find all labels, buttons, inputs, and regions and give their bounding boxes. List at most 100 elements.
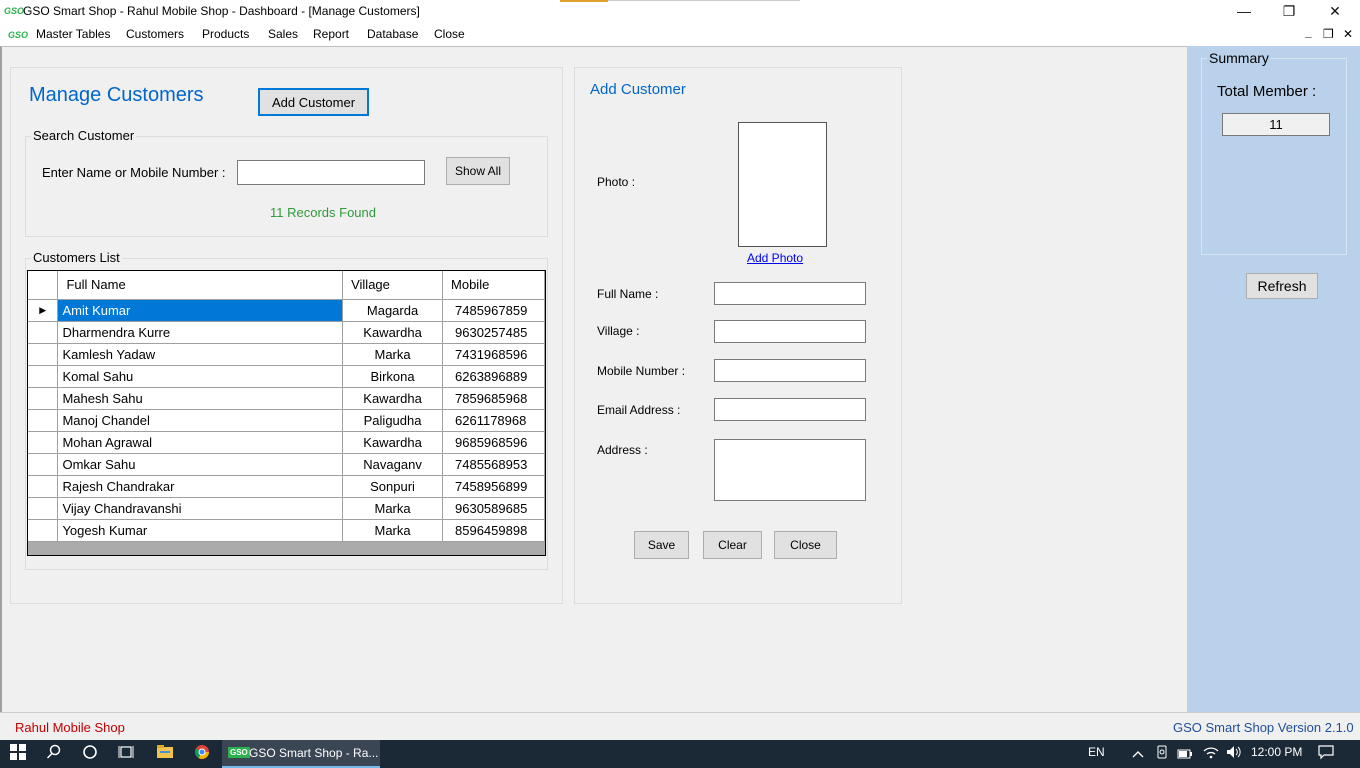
search-icon[interactable] [44,744,64,764]
mdi-restore-button[interactable]: ❐ [1323,27,1334,41]
maximize-button[interactable]: ❐ [1266,0,1312,22]
cell-mobile[interactable]: 7859685968 [442,387,545,410]
cell-mobile[interactable]: 6263896889 [442,365,545,388]
add-photo-link[interactable]: Add Photo [747,251,803,265]
row-header[interactable] [28,343,59,366]
cell-mobile[interactable]: 7485568953 [442,453,545,476]
table-row[interactable]: Vijay Chandravanshi Marka 9630589685 [28,497,545,520]
task-view-icon[interactable] [116,744,136,764]
row-header[interactable] [28,453,59,476]
row-header[interactable] [28,519,59,542]
row-header[interactable] [28,409,59,432]
cell-full-name[interactable]: Kamlesh Yadaw [57,343,344,366]
file-explorer-icon[interactable] [155,744,175,764]
customer-photo-box[interactable] [738,122,827,247]
device-icon[interactable] [1152,744,1172,764]
chevron-up-icon[interactable] [1128,744,1148,764]
cell-full-name[interactable]: Amit Kumar [57,299,344,322]
start-windows-icon[interactable] [8,744,28,764]
column-header-full-name[interactable]: Full Name [57,271,344,300]
table-row[interactable]: Yogesh Kumar Marka 8596459898 [28,519,545,542]
row-header[interactable] [28,475,59,498]
refresh-button[interactable]: Refresh [1246,273,1318,299]
table-row[interactable]: Mohan Agrawal Kawardha 9685968596 [28,431,545,454]
column-header-village[interactable]: Village [342,271,444,300]
menu-customers[interactable]: Customers [126,27,184,41]
cell-mobile[interactable]: 8596459898 [442,519,545,542]
cell-full-name[interactable]: Dharmendra Kurre [57,321,344,344]
cell-village[interactable]: Magarda [342,299,444,322]
mdi-close-button[interactable]: ✕ [1343,27,1353,41]
cell-mobile[interactable]: 9630589685 [442,497,545,520]
cell-full-name[interactable]: Vijay Chandravanshi [57,497,344,520]
cell-mobile[interactable]: 9630257485 [442,321,545,344]
menu-sales[interactable]: Sales [268,27,298,41]
cell-village[interactable]: Marka [342,343,444,366]
cell-village[interactable]: Paligudha [342,409,444,432]
full-name-field[interactable] [714,282,866,305]
clear-button[interactable]: Clear [703,531,762,559]
cell-mobile[interactable]: 6261178968 [442,409,545,432]
save-button[interactable]: Save [634,531,689,559]
cell-mobile[interactable]: 7458956899 [442,475,545,498]
row-header[interactable] [28,431,59,454]
cell-village[interactable]: Kawardha [342,431,444,454]
table-row[interactable]: Komal Sahu Birkona 6263896889 [28,365,545,388]
menu-close[interactable]: Close [434,27,465,41]
cell-village[interactable]: Sonpuri [342,475,444,498]
menu-products[interactable]: Products [202,27,249,41]
chrome-icon[interactable] [192,744,212,764]
cell-village[interactable]: Birkona [342,365,444,388]
table-row[interactable]: Manoj Chandel Paligudha 6261178968 [28,409,545,432]
cell-village[interactable]: Kawardha [342,387,444,410]
row-header[interactable] [28,387,59,410]
add-customer-button[interactable]: Add Customer [258,88,369,116]
cell-village[interactable]: Marka [342,497,444,520]
cell-full-name[interactable]: Komal Sahu [57,365,344,388]
table-row[interactable]: ▶ Amit Kumar Magarda 7485967859 [28,299,545,322]
language-indicator[interactable]: EN [1088,745,1105,759]
email-address-field[interactable] [714,398,866,421]
notifications-icon[interactable] [1316,744,1336,764]
battery-icon[interactable] [1175,744,1195,764]
row-header[interactable] [28,321,59,344]
search-input[interactable] [237,160,425,185]
table-row[interactable]: Omkar Sahu Navaganv 7485568953 [28,453,545,476]
row-header[interactable] [28,497,59,520]
table-row[interactable]: Kamlesh Yadaw Marka 7431968596 [28,343,545,366]
cell-mobile[interactable]: 7431968596 [442,343,545,366]
mdi-minimize-button[interactable]: _ [1305,25,1312,39]
table-row[interactable]: Rajesh Chandrakar Sonpuri 7458956899 [28,475,545,498]
taskbar-app-gso[interactable]: GSO GSO Smart Shop - Ra... [222,740,380,768]
clock-time[interactable]: 12:00 PM [1251,745,1302,759]
cell-mobile[interactable]: 9685968596 [442,431,545,454]
menu-report[interactable]: Report [313,27,349,41]
cell-full-name[interactable]: Omkar Sahu [57,453,344,476]
wifi-icon[interactable] [1201,744,1221,764]
cell-full-name[interactable]: Mahesh Sahu [57,387,344,410]
cortana-icon[interactable] [80,744,100,764]
table-row[interactable]: Dharmendra Kurre Kawardha 9630257485 [28,321,545,344]
cell-village[interactable]: Navaganv [342,453,444,476]
menu-database[interactable]: Database [367,27,418,41]
cell-full-name[interactable]: Mohan Agrawal [57,431,344,454]
cell-full-name[interactable]: Manoj Chandel [57,409,344,432]
cell-full-name[interactable]: Yogesh Kumar [57,519,344,542]
cell-village[interactable]: Kawardha [342,321,444,344]
table-row[interactable]: Mahesh Sahu Kawardha 7859685968 [28,387,545,410]
address-field[interactable] [714,439,866,501]
row-header[interactable] [28,365,59,388]
village-field[interactable] [714,320,866,343]
mobile-number-field[interactable] [714,359,866,382]
close-window-button[interactable]: ✕ [1312,0,1358,22]
show-all-button[interactable]: Show All [446,157,510,185]
cell-village[interactable]: Marka [342,519,444,542]
close-button[interactable]: Close [774,531,837,559]
cell-full-name[interactable]: Rajesh Chandrakar [57,475,344,498]
cell-mobile[interactable]: 7485967859 [442,299,545,322]
menu-master-tables[interactable]: Master Tables [36,27,110,41]
column-header-mobile[interactable]: Mobile [442,271,545,300]
minimize-button[interactable]: — [1221,0,1267,22]
volume-icon[interactable] [1224,744,1244,764]
status-bar: Rahul Mobile Shop GSO Smart Shop Version… [0,712,1360,740]
